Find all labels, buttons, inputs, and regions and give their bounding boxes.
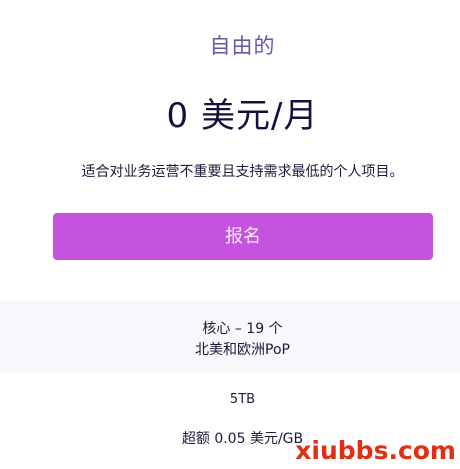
feature-band: 核心 – 19 个 北美和欧洲PoP: [0, 301, 460, 373]
pricing-card: 自由的 0 美元/月 适合对业务运营不重要且支持需求最低的个人项目。 报名 核心…: [0, 0, 460, 469]
site-watermark: xiubbs.com: [295, 436, 456, 465]
feature-cores: 核心 – 19 个: [202, 321, 283, 337]
feature-regions: 北美和欧洲PoP: [195, 342, 290, 358]
plan-price: 0 美元/月: [166, 96, 319, 136]
signup-button[interactable]: 报名: [53, 213, 433, 260]
plan-description: 适合对业务运营不重要且支持需求最低的个人项目。: [81, 164, 404, 180]
plan-name: 自由的: [209, 34, 276, 58]
feature-storage: 5TB: [229, 392, 256, 407]
